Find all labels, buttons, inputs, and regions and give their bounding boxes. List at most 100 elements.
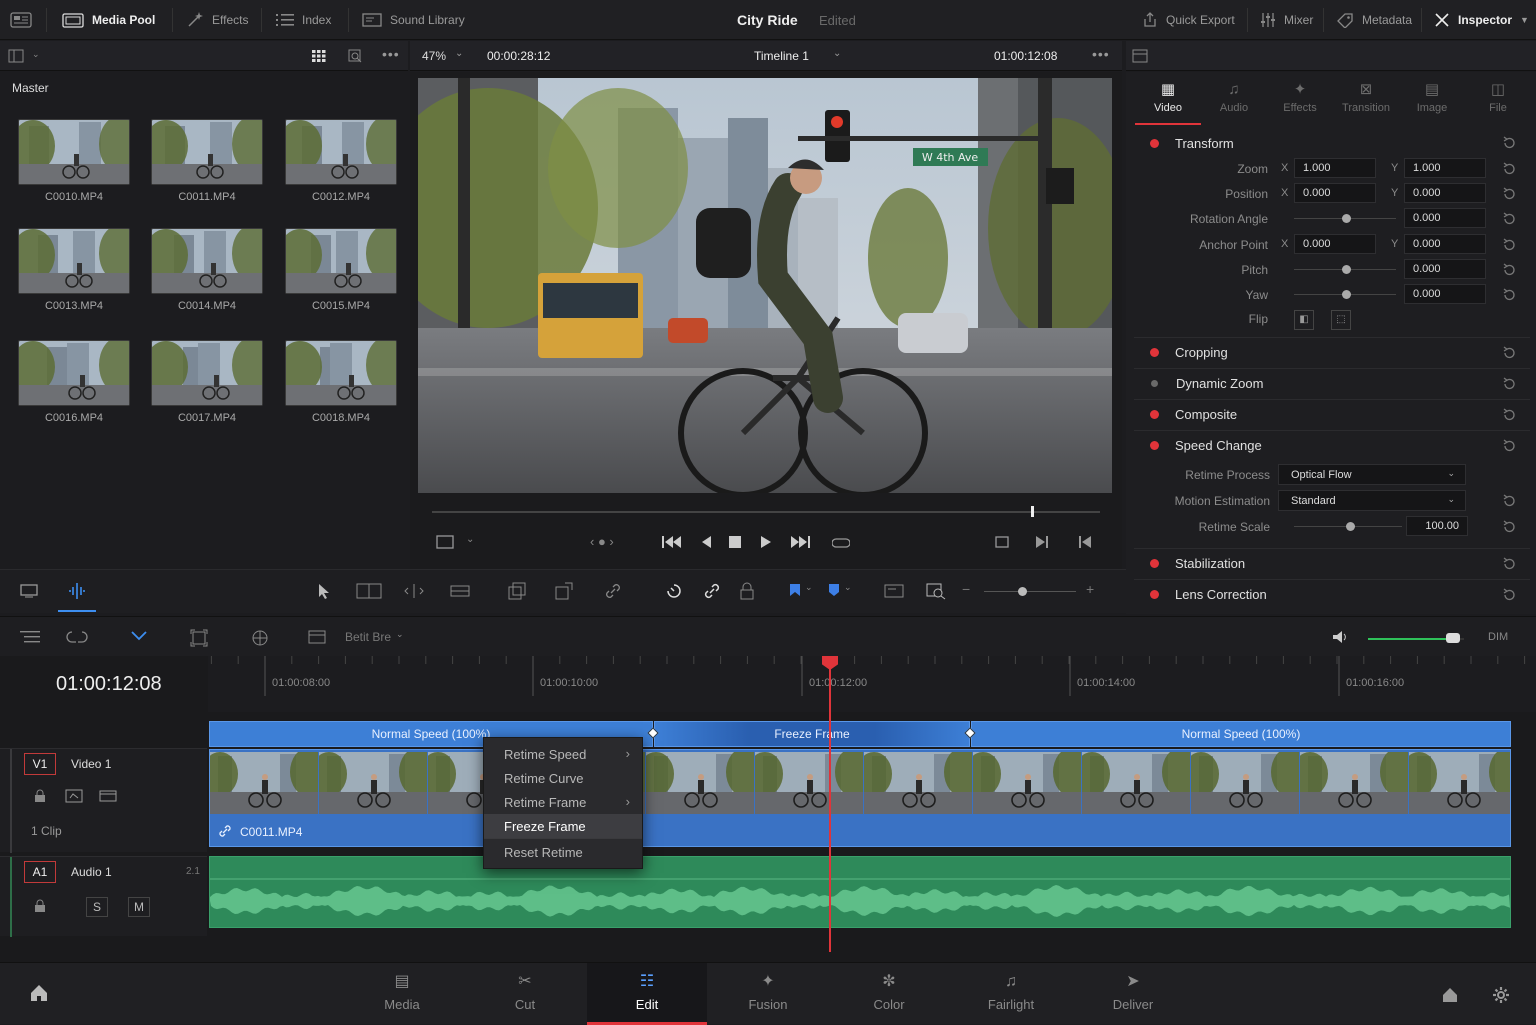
page-color[interactable]: ✼ Color: [829, 963, 949, 1025]
page-media[interactable]: ▤ Media: [342, 963, 462, 1025]
yaw-slider[interactable]: [1294, 290, 1396, 299]
chevron-down-icon[interactable]: ⌄: [844, 582, 852, 593]
timeline-playhead[interactable]: [829, 656, 831, 952]
tab-video[interactable]: ▦ Video: [1135, 72, 1201, 126]
panel-toggle-icon[interactable]: [1132, 49, 1148, 63]
rotation-slider[interactable]: [1294, 214, 1396, 223]
full-extent-zoom-icon[interactable]: [884, 583, 904, 599]
tab-audio[interactable]: ♫ Audio: [1201, 72, 1267, 126]
jump-end-icon[interactable]: [790, 535, 810, 549]
page-cut[interactable]: ✂ Cut: [465, 963, 585, 1025]
safe-area-icon[interactable]: [436, 535, 454, 549]
reset-icon[interactable]: [1502, 346, 1516, 360]
trim-icon[interactable]: [356, 583, 382, 599]
chevron-down-icon[interactable]: ⌄: [805, 582, 813, 593]
insert-clip-icon[interactable]: [508, 582, 526, 600]
chevron-down-icon[interactable]: ⌄: [455, 48, 463, 59]
chevron-down-icon[interactable]: ⌄: [833, 48, 841, 59]
reset-icon[interactable]: [1502, 439, 1516, 453]
flip-vertical-icon[interactable]: ⬚: [1331, 310, 1351, 330]
clip-thumbnail[interactable]: [18, 228, 130, 294]
mute-button[interactable]: M: [128, 897, 150, 917]
panel-layout-icon[interactable]: [10, 0, 32, 40]
scrubber-playhead[interactable]: [1030, 506, 1034, 517]
home-icon[interactable]: [29, 983, 49, 1003]
motion-estimation-dropdown[interactable]: Standard ⌄: [1278, 490, 1466, 511]
retime-process-dropdown[interactable]: Optical Flow ⌄: [1278, 464, 1466, 485]
composite-section[interactable]: Composite: [1134, 399, 1530, 429]
linked-selection-icon[interactable]: [703, 582, 721, 600]
link-clips-icon[interactable]: [66, 629, 88, 645]
solo-button[interactable]: S: [86, 897, 108, 917]
timeline-ruler[interactable]: 01:00:08:00 01:00:10:00 01:00:12:00 01:00:1…: [208, 656, 1536, 712]
master-volume-slider[interactable]: [1368, 633, 1464, 643]
page-fairlight[interactable]: ♫ Fairlight: [951, 963, 1071, 1025]
clip-thumbnail[interactable]: [151, 119, 263, 185]
stop-icon[interactable]: [729, 536, 741, 548]
clip-thumbnail[interactable]: [285, 228, 397, 294]
sound-library-button[interactable]: Sound Library: [362, 0, 465, 40]
reset-icon[interactable]: [1502, 212, 1516, 226]
menu-item-retime-speed[interactable]: Retime Speed ›: [484, 742, 642, 766]
clip-thumbnail[interactable]: [18, 119, 130, 185]
lock-icon[interactable]: [740, 582, 754, 600]
inspector-button[interactable]: Inspector ▼: [1434, 0, 1529, 40]
jog-control-icon[interactable]: ‹ ● ›: [590, 534, 614, 549]
yaw-field[interactable]: 0.000: [1404, 284, 1486, 304]
lens-correction-section[interactable]: Lens Correction: [1134, 579, 1530, 609]
reset-icon[interactable]: [1502, 162, 1516, 176]
edit-mode-icon[interactable]: [308, 630, 326, 644]
reset-icon[interactable]: [1502, 187, 1516, 201]
menu-item-reset-retime[interactable]: Reset Retime: [484, 840, 642, 864]
enable-dot[interactable]: [1150, 410, 1159, 419]
match-frame-icon[interactable]: [994, 534, 1010, 550]
retime-scale-field[interactable]: 100.00: [1406, 516, 1468, 536]
position-y-field[interactable]: 0.000: [1404, 183, 1486, 203]
more-options-icon[interactable]: •••: [382, 46, 400, 62]
clip-thumbnail[interactable]: [151, 340, 263, 406]
speed-segment-normal[interactable]: Normal Speed (100%): [971, 721, 1511, 747]
menu-item-retime-frame[interactable]: Retime Frame ›: [484, 790, 642, 814]
jump-start-icon[interactable]: [662, 535, 682, 549]
chevron-down-icon[interactable]: ⌄: [466, 534, 474, 545]
reset-icon[interactable]: [1502, 520, 1516, 534]
media-pool-folder[interactable]: Master: [0, 72, 408, 102]
enable-dot[interactable]: [1150, 441, 1159, 450]
menu-item-freeze-frame[interactable]: Freeze Frame: [484, 814, 642, 838]
pitch-field[interactable]: 0.000: [1404, 259, 1486, 279]
stabilization-section[interactable]: Stabilization: [1134, 548, 1530, 578]
viewer-frame[interactable]: W 4th Ave: [418, 78, 1112, 493]
reset-icon[interactable]: [1502, 136, 1516, 150]
replace-link-icon[interactable]: [604, 582, 622, 600]
transform-section[interactable]: Transform: [1134, 128, 1530, 158]
detail-zoom-icon[interactable]: [926, 582, 946, 600]
reset-icon[interactable]: [1502, 288, 1516, 302]
flag-icon[interactable]: [789, 583, 801, 597]
speed-segment-freeze[interactable]: Freeze Frame: [654, 721, 970, 747]
position-x-field[interactable]: 0.000: [1294, 183, 1376, 203]
project-home-icon[interactable]: [1442, 987, 1458, 1003]
reset-icon[interactable]: [1502, 377, 1516, 391]
media-pool-button[interactable]: Media Pool: [62, 0, 155, 40]
enable-dot[interactable]: [1150, 348, 1159, 357]
disable-track-icon[interactable]: [99, 789, 117, 803]
timeline-view-options-icon[interactable]: [190, 629, 208, 647]
chevron-down-icon[interactable]: ⌄: [396, 629, 404, 640]
blade-icon[interactable]: [450, 583, 470, 599]
zoom-in-icon[interactable]: +: [1086, 581, 1094, 597]
rotation-field[interactable]: 0.000: [1404, 208, 1486, 228]
audio-clip[interactable]: [209, 856, 1511, 928]
anchor-y-field[interactable]: 0.000: [1404, 234, 1486, 254]
selection-arrow-icon[interactable]: [318, 583, 330, 599]
retime-scale-slider[interactable]: [1294, 522, 1402, 531]
clip-thumbnail[interactable]: [285, 119, 397, 185]
monitor-icon[interactable]: [20, 584, 38, 598]
reset-icon[interactable]: [1502, 238, 1516, 252]
audio-trim-icon[interactable]: [68, 582, 86, 600]
reset-icon[interactable]: [1502, 588, 1516, 602]
index-button[interactable]: Index: [276, 0, 331, 40]
page-edit[interactable]: ☷ Edit: [587, 963, 707, 1025]
search-icon[interactable]: [348, 49, 363, 64]
track-id-a1[interactable]: A1: [24, 861, 56, 883]
lock-icon[interactable]: [34, 789, 46, 803]
